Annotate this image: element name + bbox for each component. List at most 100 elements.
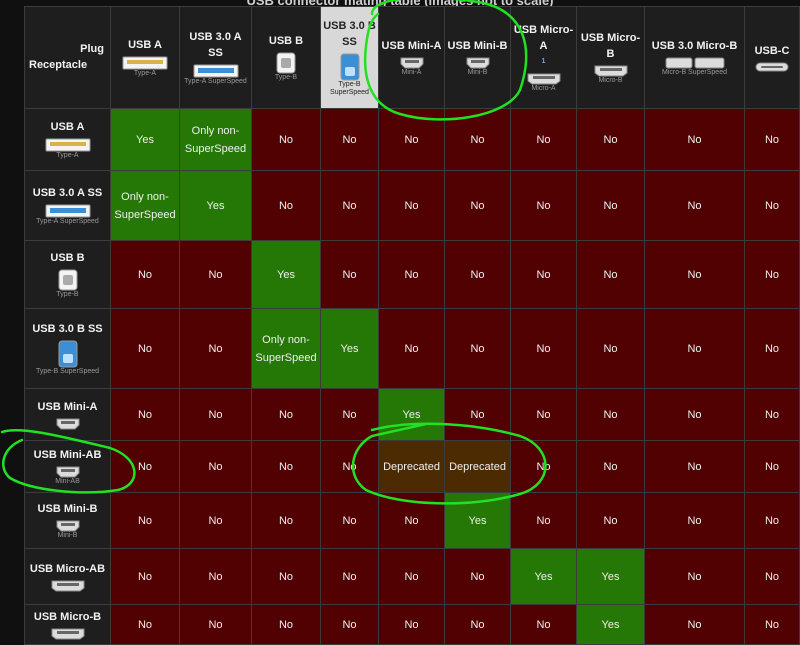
compatibility-cell: No (320, 108, 379, 171)
compatibility-cell: Yes (576, 548, 645, 605)
row-header-caption: Mini-AB (55, 477, 80, 485)
row-header-caption: Mini-B (57, 531, 78, 539)
compatibility-cell: No (251, 492, 321, 549)
compatibility-cell: No (744, 170, 800, 241)
compatibility-cell: Yes (110, 108, 180, 171)
compatibility-cell: No (320, 492, 379, 549)
compatibility-cell: Yes (320, 308, 379, 389)
row-header-usb-micro-ab: USB Micro-AB (24, 548, 111, 605)
compatibility-cell: No (179, 440, 252, 493)
row-header-usb-micro-b: USB Micro-B (24, 604, 111, 645)
compatibility-cell: No (444, 240, 511, 309)
compatibility-cell: Yes (444, 492, 511, 549)
mini-connector-icon (56, 466, 79, 477)
usb-b-connector-icon (58, 269, 77, 290)
compatibility-cell: No (510, 240, 577, 309)
column-header-label: USB 3.0 Micro-B (651, 40, 738, 52)
compatibility-cell: Deprecated (444, 440, 511, 493)
compatibility-cell: No (378, 604, 445, 645)
micro-connector-icon (51, 580, 84, 591)
compatibility-cell: Only non-SuperSpeed (251, 308, 321, 389)
compatibility-cell: No (320, 548, 379, 605)
compatibility-cell: No (744, 308, 800, 389)
compatibility-cell: No (444, 388, 511, 441)
compatibility-cell: No (510, 388, 577, 441)
row-header-caption: Type-A SuperSpeed (36, 217, 99, 225)
micro-ss-connector-icon (665, 57, 724, 69)
compatibility-cell: Yes (378, 388, 445, 441)
table-row: USB B Type-B No No Yes No No No No No No No (24, 240, 800, 309)
compatibility-cell: No (251, 170, 321, 241)
footnote-marker: 1 (541, 58, 546, 65)
compatibility-cell: No (576, 492, 645, 549)
micro-connector-icon (51, 628, 84, 639)
column-header-caption: Micro-B SuperSpeed (662, 69, 727, 76)
compatibility-cell: No (576, 440, 645, 493)
row-header-label: USB Mini-AB (33, 448, 102, 461)
compatibility-cell: No (510, 492, 577, 549)
compatibility-cell: No (576, 170, 645, 241)
compatibility-cell: Deprecated (378, 440, 445, 493)
row-header-usb-mini-a: USB Mini-A (24, 388, 111, 441)
row-header-usb-mini-ab: USB Mini-AB Mini-AB (24, 440, 111, 493)
compatibility-cell: No (644, 308, 745, 389)
column-header-caption: Type-B (274, 74, 298, 81)
compatibility-cell: Yes (179, 170, 252, 241)
usb-3-b-ss-connector-icon (340, 53, 359, 81)
compatibility-cell: No (576, 388, 645, 441)
table-row: USB Micro-AB No No No No No No Yes Yes No No (24, 548, 800, 605)
row-header-usb-3-b-ss: USB 3.0 B SS Type-B SuperSpeed (24, 308, 111, 389)
compatibility-cell: No (744, 548, 800, 605)
usb-mating-table: Plug Receptacle USB A Type-A USB 3.0 A SS T… (24, 6, 800, 645)
compatibility-cell: No (444, 604, 511, 645)
compatibility-cell: No (644, 240, 745, 309)
row-header-label: USB Mini-B (37, 502, 98, 515)
compatibility-cell: No (576, 240, 645, 309)
mini-connector-icon (56, 418, 79, 429)
row-header-caption: Type-A (56, 151, 79, 159)
compatibility-cell: No (320, 440, 379, 493)
compatibility-cell: No (644, 604, 745, 645)
column-header-caption: Type-A SuperSpeed (184, 78, 247, 85)
column-header-usb-mini-a: USB Mini-A Mini-A (378, 6, 445, 109)
usb-3-b-ss-connector-icon (58, 340, 77, 367)
column-header-caption: Mini-A (401, 69, 422, 76)
row-header-label: USB A (50, 120, 85, 133)
compatibility-cell: No (110, 440, 180, 493)
column-header-caption: Type-B SuperSpeed (330, 81, 369, 96)
compatibility-cell: No (510, 604, 577, 645)
column-header-label: USB B (268, 35, 304, 47)
column-header-usb-3-micro-b: USB 3.0 Micro-B Micro-B SuperSpeed (644, 6, 745, 109)
compatibility-cell: No (644, 492, 745, 549)
mini-connector-icon (400, 57, 423, 69)
compatibility-cell: No (251, 548, 321, 605)
row-header-label: USB 3.0 A SS (32, 186, 103, 199)
column-header-caption: Type-A (133, 70, 157, 77)
compatibility-cell: No (378, 308, 445, 389)
compatibility-cell: No (251, 108, 321, 171)
compatibility-cell: No (644, 440, 745, 493)
micro-connector-icon (594, 65, 627, 77)
usb-c-connector-icon (755, 62, 789, 72)
micro-connector-icon (527, 73, 560, 85)
compatibility-cell: No (179, 604, 252, 645)
compatibility-cell: No (744, 604, 800, 645)
compatibility-cell: No (320, 388, 379, 441)
row-header-usb-3-a-ss: USB 3.0 A SS Type-A SuperSpeed (24, 170, 111, 241)
column-header-label: USB Micro-A (513, 24, 574, 52)
compatibility-cell: No (251, 604, 321, 645)
compatibility-cell: No (644, 388, 745, 441)
row-header-usb-mini-b: USB Mini-B Mini-B (24, 492, 111, 549)
row-header-label: USB Micro-B (33, 610, 102, 623)
compatibility-cell: No (444, 108, 511, 171)
column-header-usb-micro-a: USB Micro-A 1 Micro-A (510, 6, 577, 109)
plug-axis-label: Plug (80, 43, 104, 55)
compatibility-cell: No (179, 548, 252, 605)
compatibility-cell: No (510, 108, 577, 171)
row-header-label: USB B (50, 251, 85, 264)
compatibility-cell: No (110, 240, 180, 309)
column-header-caption: Micro-A (531, 85, 556, 92)
compatibility-cell: No (444, 170, 511, 241)
row-header-label: USB Mini-A (37, 400, 98, 413)
compatibility-cell: No (110, 308, 180, 389)
